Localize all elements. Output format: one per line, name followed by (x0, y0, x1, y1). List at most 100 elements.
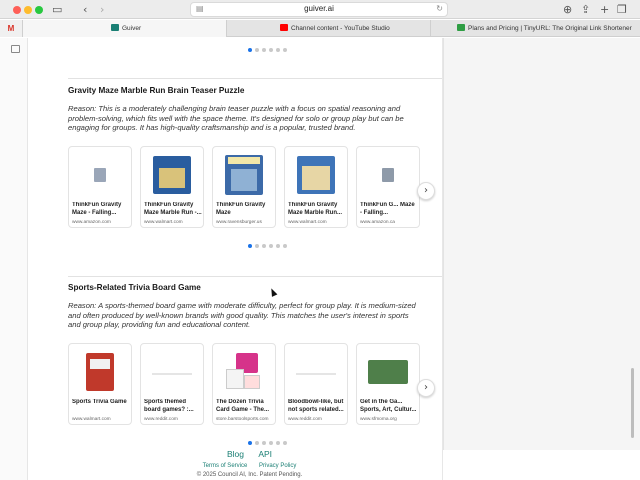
pagination-dot[interactable] (269, 441, 273, 445)
gmail-icon: M (7, 24, 15, 33)
product-source: www.ravensburger.us (216, 220, 262, 225)
product-title: Get in the Ga... Sports, Art, Cultur... (360, 399, 417, 413)
pagination-dot[interactable] (262, 48, 266, 52)
zoom-window-button[interactable] (35, 6, 43, 14)
new-tab-icon[interactable]: + (600, 3, 609, 16)
pagination-dot[interactable] (255, 48, 259, 52)
recommendation-title: Sports-Related Trivia Board Game (68, 283, 201, 292)
product-title: ThinkFun Gravity Maze - Falling... (72, 202, 122, 216)
product-source: www.amazon.ca (360, 220, 395, 225)
blog-link[interactable]: Blog (227, 449, 244, 459)
carousel-pagination (248, 432, 290, 445)
product-source: www.walmart.com (288, 220, 327, 225)
back-icon[interactable]: ‹ (83, 3, 87, 16)
product-source: www.reddit.com (144, 417, 178, 422)
tab-overview-icon[interactable]: ❐ (617, 3, 627, 16)
pagination-dot[interactable] (269, 244, 273, 248)
product-source: www.reddit.com (288, 417, 322, 422)
tinyurl-favicon-icon (457, 24, 465, 31)
product-title: The Dozen Trivia Card Game - The... (216, 399, 270, 413)
tab-label: Channel content - YouTube Studio (291, 25, 390, 32)
footer-links: Blog API (56, 449, 443, 459)
tab-bar: Guiver Channel content - YouTube Studio … (0, 20, 640, 37)
product-source: store.barstoolsports.com (216, 417, 269, 422)
reload-icon[interactable]: ↻ (436, 4, 443, 13)
recommendation-reason: Reason: This is a moderately challenging… (68, 104, 404, 133)
product-carousel: Sports Trivia Game www.walmart.com Sport… (68, 343, 442, 425)
footer-legal: Terms of Service Privacy Policy (56, 463, 443, 469)
pagination-dot[interactable] (283, 244, 287, 248)
privacy-link[interactable]: Privacy Policy (259, 463, 296, 469)
minimize-window-button[interactable] (24, 6, 32, 14)
forward-icon[interactable]: › (100, 3, 104, 16)
product-image (291, 153, 341, 197)
product-title: Sports Trivia Game (72, 399, 127, 405)
recommendation-reason: Reason: A sports-themed board game with … (68, 301, 416, 330)
pagination-dot[interactable] (248, 244, 252, 248)
sidebar-toggle-icon[interactable]: ▭ (52, 3, 62, 16)
product-image (363, 350, 413, 394)
product-carousel: ThinkFun Gravity Maze - Falling... www.a… (68, 146, 442, 228)
product-card[interactable]: ThinkFun Gravity Maze - Falling... www.a… (68, 146, 132, 228)
product-card[interactable]: Get in the Ga... Sports, Art, Cultur... … (356, 343, 420, 425)
product-card[interactable]: ThinkFun G... Maze - Falling... www.amaz… (356, 146, 420, 228)
tab-label: Plans and Pricing | TinyURL: The Origina… (468, 25, 632, 32)
page: Gravity Maze Marble Run Brain Teaser Puz… (28, 38, 640, 480)
carousel-next-button[interactable]: › (417, 182, 435, 200)
tab-guiver[interactable]: Guiver (22, 20, 227, 37)
product-card[interactable]: ThinkFun Gravity Maze Marble Run -... ww… (140, 146, 204, 228)
browser-toolbar: ▭ ‹ › ▤ guiver.ai ↻ ⊕ ⇪ + ❐ (0, 0, 640, 19)
pagination-dot[interactable] (255, 441, 259, 445)
gmail-pinned-tab[interactable]: M (0, 20, 22, 37)
share-icon[interactable]: ⇪ (581, 3, 590, 16)
tab-label: Guiver (122, 25, 142, 32)
panel-toggle-icon[interactable] (11, 45, 20, 53)
product-image (75, 153, 125, 197)
tab-tinyurl[interactable]: Plans and Pricing | TinyURL: The Origina… (430, 20, 640, 37)
product-image (219, 350, 269, 394)
pagination-dot[interactable] (248, 441, 252, 445)
pagination-dot[interactable] (269, 48, 273, 52)
url-text: guiver.ai (304, 4, 334, 13)
pagination-dot[interactable] (262, 244, 266, 248)
right-panel (443, 38, 640, 450)
carousel-pagination-previous (248, 39, 290, 52)
pagination-dot[interactable] (255, 244, 259, 248)
copyright: © 2025 Council AI, Inc. Patent Pending. (196, 472, 303, 478)
product-card[interactable]: Sports themed board games? :... www.redd… (140, 343, 204, 425)
product-card[interactable]: ThinkFun Gravity Maze Marble Run... www.… (284, 146, 348, 228)
product-source: www.walmart.com (72, 417, 111, 422)
section-divider (68, 276, 442, 277)
scrollbar[interactable] (631, 368, 634, 438)
product-image (291, 350, 341, 394)
product-image (147, 153, 197, 197)
pagination-dot[interactable] (276, 441, 280, 445)
terms-link[interactable]: Terms of Service (203, 463, 248, 469)
product-image (75, 350, 125, 394)
pagination-dot[interactable] (283, 48, 287, 52)
pagination-dot[interactable] (262, 441, 266, 445)
product-image (363, 153, 413, 197)
product-card[interactable]: The Dozen Trivia Card Game - The... stor… (212, 343, 276, 425)
product-title: ThinkFun Gravity Maze Marble Run... (288, 202, 343, 216)
pagination-dot[interactable] (276, 48, 280, 52)
product-card[interactable]: Bloodbowl-like, but not sports related..… (284, 343, 348, 425)
close-window-button[interactable] (13, 6, 21, 14)
product-title: Sports themed board games? :... (144, 399, 194, 413)
youtube-favicon-icon (280, 24, 288, 31)
product-card[interactable]: ThinkFun Gravity Maze www.ravensburger.u… (212, 146, 276, 228)
tab-youtube-studio[interactable]: Channel content - YouTube Studio (227, 20, 430, 37)
downloads-icon[interactable]: ⊕ (563, 3, 572, 16)
results-column: Gravity Maze Marble Run Brain Teaser Puz… (56, 38, 443, 480)
pagination-dot[interactable] (283, 441, 287, 445)
carousel-next-button[interactable]: › (417, 379, 435, 397)
product-image (219, 153, 269, 197)
pagination-dot[interactable] (276, 244, 280, 248)
address-bar[interactable]: ▤ guiver.ai ↻ (190, 2, 448, 17)
product-card[interactable]: Sports Trivia Game www.walmart.com (68, 343, 132, 425)
pagination-dot[interactable] (248, 48, 252, 52)
product-title: ThinkFun Gravity Maze Marble Run -... (144, 202, 202, 216)
product-source: www.walmart.com (144, 220, 183, 225)
recommendation-title: Gravity Maze Marble Run Brain Teaser Puz… (68, 86, 245, 95)
api-link[interactable]: API (258, 449, 272, 459)
